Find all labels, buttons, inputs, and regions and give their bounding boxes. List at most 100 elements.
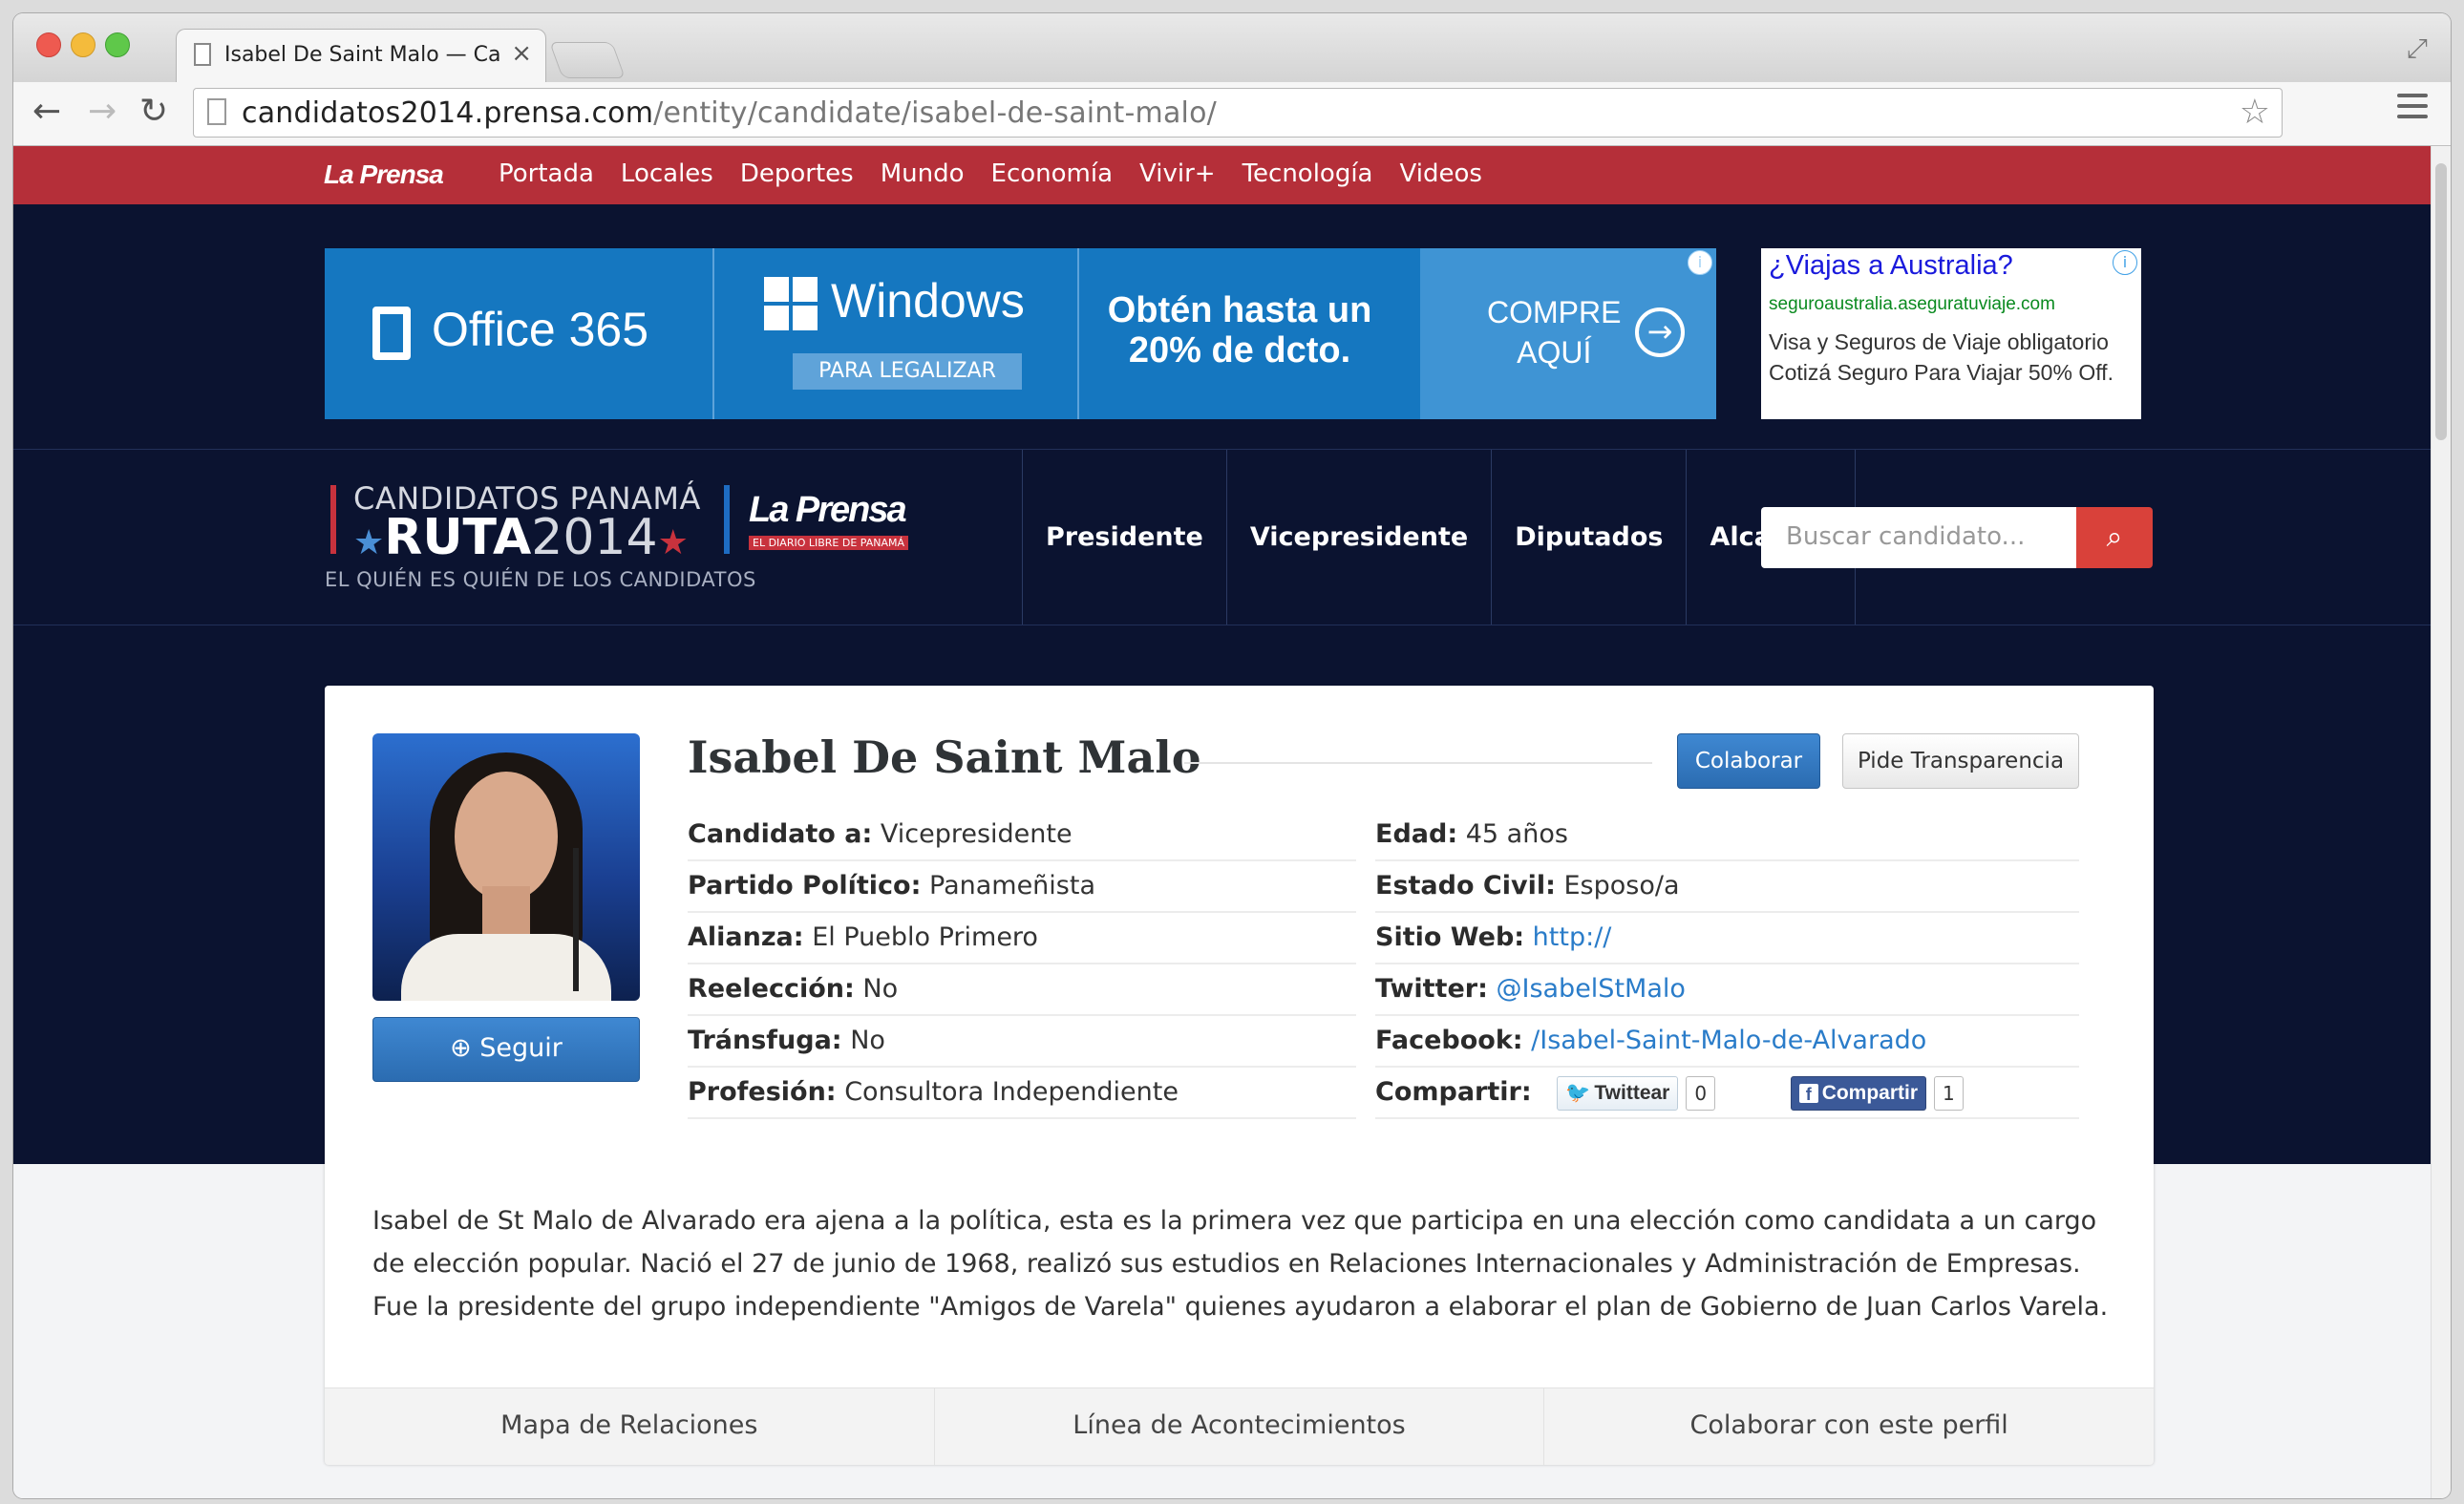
logo-tagline: EL QUIÉN ES QUIÉN DE LOS CANDIDATOS — [325, 568, 756, 591]
nav-link[interactable]: Economía — [991, 159, 1114, 188]
transparency-button[interactable]: Pide Transparencia — [1842, 733, 2079, 789]
arrow-right-circle-icon: → — [1635, 307, 1685, 357]
field-transfuga: Tránsfuga: No — [688, 1014, 1356, 1068]
browser-tab[interactable]: Isabel De Saint Malo — Candidatos × — [176, 29, 546, 85]
field-alianza: Alianza: El Pueblo Primero — [688, 911, 1356, 964]
nav-link[interactable]: Vivir+ — [1139, 159, 1216, 188]
plus-circle-icon: ⊕ — [450, 1033, 472, 1063]
la-prensa-subtitle: EL DIARIO LIBRE DE PANAMÁ — [749, 536, 909, 550]
promo-text: Obtén hasta un 20% de dcto. — [1107, 290, 1372, 371]
bookmark-star-icon[interactable]: ☆ — [2240, 93, 2270, 132]
top-nav-bar: La Prensa Portada Locales Deportes Mundo… — [13, 146, 2432, 204]
windows-logo-icon — [764, 277, 818, 330]
address-bar[interactable]: candidatos2014.prensa.com/entity/candida… — [193, 88, 2283, 138]
candidate-name: Isabel De Saint Malo — [688, 731, 1201, 783]
candidate-bio: Isabel de St Malo de Alvarado era ajena … — [372, 1206, 2109, 1322]
divider — [1184, 762, 1652, 764]
forward-arrow-icon[interactable]: → — [88, 92, 117, 131]
ad-info-icon[interactable]: i — [1688, 250, 1712, 275]
nav-link[interactable]: Deportes — [740, 159, 854, 188]
page-content: La Prensa Portada Locales Deportes Mundo… — [13, 146, 2432, 1498]
compre-aqui-text: COMPRE AQUÍ — [1487, 295, 1622, 370]
nav-link[interactable]: Portada — [499, 159, 594, 188]
candidate-nav: Presidente Vicepresidente Diputados Alca… — [1022, 450, 1856, 625]
share-count: 1 — [1934, 1075, 1964, 1111]
para-legalizar-label: PARA LEGALIZAR — [793, 353, 1022, 390]
twitter-link[interactable]: @IsabelStMalo — [1496, 974, 1685, 1004]
reload-icon[interactable]: ↻ — [139, 92, 168, 131]
candidate-photo — [372, 733, 640, 1001]
minimize-window-button[interactable] — [71, 32, 96, 57]
close-tab-icon[interactable]: × — [511, 39, 532, 68]
star-icon: ★ — [353, 523, 385, 562]
page-icon — [207, 98, 226, 125]
la-prensa-brand: La Prensa — [749, 490, 907, 530]
website-link[interactable]: http:// — [1533, 922, 1612, 952]
office-icon — [372, 306, 411, 360]
field-candidato: Candidato a: Vicepresidente — [688, 808, 1356, 861]
back-arrow-icon[interactable]: ← — [32, 92, 61, 131]
profile-tabs: Mapa de Relaciones Línea de Acontecimien… — [325, 1387, 2154, 1465]
logo-accent-bar — [330, 485, 336, 554]
nav-link[interactable]: Mundo — [881, 159, 965, 188]
tab-title: Isabel De Saint Malo — Candidatos — [224, 43, 501, 67]
field-compartir: Compartir: 🐦 Twittear 0 f Compartir 1 — [1375, 1066, 2079, 1119]
ad-divider — [1077, 248, 1079, 419]
search-icon: ⌕ — [2106, 520, 2123, 554]
microsoft-ad-banner[interactable]: Office 365 Windows PARA LEGALIZAR Obtén … — [325, 248, 1716, 419]
title-bar: Isabel De Saint Malo — Candidatos × ⤢ — [13, 13, 2451, 85]
scrollbar-thumb[interactable] — [2435, 163, 2447, 440]
nav-vicepresidente[interactable]: Vicepresidente — [1225, 450, 1491, 625]
scrollbar[interactable] — [2431, 146, 2451, 1498]
tab-linea-acontecimientos[interactable]: Línea de Acontecimientos — [933, 1388, 1544, 1465]
tab-mapa-relaciones[interactable]: Mapa de Relaciones — [325, 1388, 934, 1465]
tweet-button[interactable]: 🐦 Twittear — [1557, 1075, 1679, 1111]
profile-card: ⊕ Seguir Isabel De Saint Malo Colaborar … — [325, 686, 2154, 1465]
tab-colaborar-perfil[interactable]: Colaborar con este perfil — [1543, 1388, 2154, 1465]
ad-divider — [712, 248, 714, 419]
field-reeleccion: Reelección: No — [688, 963, 1356, 1016]
ad-title-link[interactable]: ¿Viajas a Australia? — [1769, 250, 2013, 282]
logo-accent-bar — [724, 485, 730, 554]
field-sitio-web: Sitio Web: http:// — [1375, 911, 2079, 964]
zoom-window-button[interactable] — [105, 32, 130, 57]
search-button[interactable]: ⌕ — [2076, 507, 2153, 568]
star-icon: ★ — [657, 523, 689, 562]
collaborate-button[interactable]: Colaborar — [1677, 733, 1820, 789]
ad-url[interactable]: seguroaustralia.aseguratuviaje.com — [1769, 294, 2055, 315]
search-placeholder: Buscar candidato... — [1786, 522, 2026, 551]
field-profesion: Profesión: Consultora Independiente — [688, 1066, 1356, 1119]
new-tab-button[interactable] — [549, 42, 626, 78]
text-ad[interactable]: ¿Viajas a Australia? seguroaustralia.ase… — [1761, 248, 2141, 419]
url-text[interactable]: candidatos2014.prensa.com/entity/candida… — [242, 96, 1217, 130]
nav-diputados[interactable]: Diputados — [1491, 450, 1686, 625]
field-estado-civil: Estado Civil: Esposo/a — [1375, 859, 2079, 913]
nav-link[interactable]: Tecnología — [1243, 159, 1373, 188]
windows-text: Windows — [831, 274, 1025, 328]
twitter-bird-icon: 🐦 — [1565, 1081, 1591, 1104]
nav-presidente[interactable]: Presidente — [1022, 450, 1226, 625]
la-prensa-logo[interactable]: La Prensa — [324, 159, 444, 190]
browser-toolbar: ← → ↻ candidatos2014.prensa.com/entity/c… — [13, 82, 2451, 146]
tweet-count: 0 — [1686, 1075, 1716, 1111]
follow-button[interactable]: ⊕ Seguir — [372, 1017, 640, 1082]
page-icon — [194, 43, 211, 66]
field-twitter: Twitter: @IsabelStMalo — [1375, 963, 2079, 1016]
fullscreen-icon[interactable]: ⤢ — [2407, 32, 2428, 65]
office-365-text: Office 365 — [372, 302, 648, 360]
field-edad: Edad: 45 años — [1375, 808, 2079, 861]
ad-body: Visa y Seguros de Viaje obligatorio Coti… — [1769, 329, 2114, 385]
nav-link[interactable]: Videos — [1400, 159, 1482, 188]
close-window-button[interactable] — [36, 32, 61, 57]
field-partido: Partido Político: Panameñista — [688, 859, 1356, 913]
menu-icon[interactable] — [2397, 94, 2428, 125]
search-input[interactable]: Buscar candidato... — [1761, 507, 2076, 568]
facebook-share-button[interactable]: f Compartir — [1790, 1075, 1927, 1111]
facebook-link[interactable]: /Isabel-Saint-Malo-de-Alvarado — [1531, 1026, 1926, 1055]
nav-link[interactable]: Locales — [621, 159, 713, 188]
ad-info-icon[interactable]: i — [2113, 250, 2137, 275]
compre-aqui-panel[interactable]: COMPRE AQUÍ → i — [1420, 248, 1716, 419]
logo-ruta-text: ★RUTA2014★ — [353, 509, 689, 566]
field-facebook: Facebook: /Isabel-Saint-Malo-de-Alvarado — [1375, 1014, 2079, 1068]
browser-window: Isabel De Saint Malo — Candidatos × ⤢ ← … — [13, 13, 2451, 1498]
